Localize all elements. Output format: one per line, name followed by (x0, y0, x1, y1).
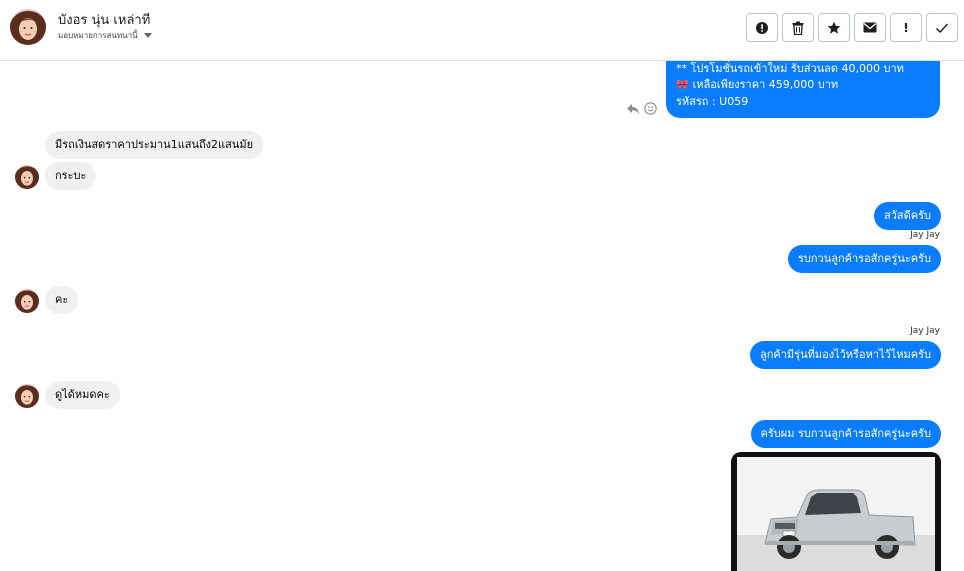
outgoing-message[interactable]: รบกวนลูกค้ารอสักครู่นะครับ (787, 245, 941, 273)
incoming-message[interactable]: ดูได้หมดคะ (45, 381, 120, 409)
star-button[interactable] (818, 13, 850, 42)
caret-down-icon (143, 33, 152, 38)
contact-avatar-small (15, 289, 39, 313)
contact-name: บังอร นุ่น เหล่าที (58, 13, 151, 28)
star-icon (827, 21, 841, 34)
message-actions (626, 102, 657, 115)
contact-avatar-small (15, 384, 39, 408)
spam-button[interactable]: ! (890, 13, 922, 42)
outgoing-message[interactable]: ลูกค้ามีรุ่นที่มองไว้หรือหาไว้ไหมครับ (750, 341, 941, 369)
exclamation-icon: ! (903, 20, 909, 35)
incoming-message[interactable]: มีรถเงินสดราคาประมาน1แสนถึง2แสนมัย (45, 131, 264, 159)
contact-avatar[interactable] (10, 9, 46, 45)
outgoing-message[interactable]: สวัสดีครับ (874, 202, 941, 230)
outgoing-message[interactable]: ครับผม รบกวนลูกค้ารอสักครู่นะครับ (750, 420, 941, 448)
mark-unread-button[interactable] (854, 13, 886, 42)
emoji-icon[interactable] (644, 102, 657, 115)
conversation-header: บังอร นุ่น เหล่าที มอบหมายการสนทนานี้ ! (0, 0, 964, 61)
assign-label: มอบหมายการสนทนานี้ (58, 31, 138, 40)
ribbon-icon: 🎀 (676, 80, 689, 91)
trash-icon (792, 21, 804, 35)
assign-conversation-dropdown[interactable]: มอบหมายการสนทนานี้ (58, 29, 152, 42)
incoming-message[interactable]: คะ (45, 286, 79, 314)
sender-name: Jay Jay (910, 326, 940, 336)
sender-name: Jay Jay (910, 230, 940, 240)
reply-icon[interactable] (626, 103, 640, 115)
envelope-icon (863, 22, 877, 33)
promo-line: 🎀 เหลือเพียงราคา 459,000 บาท (676, 78, 839, 91)
mark-important-button[interactable] (746, 13, 778, 42)
promo-line: ** โปรโมชั่นรถเข้าใหม่ รับส่วนลด 40,000 … (676, 62, 904, 75)
promo-line: รหัสรถ : U059 (676, 95, 749, 108)
alert-circle-icon (756, 21, 768, 34)
incoming-message[interactable]: กระบะ (45, 162, 97, 190)
pickup-truck-photo (737, 457, 935, 571)
delete-button[interactable] (782, 13, 814, 42)
message-thread[interactable]: ** โปรโมชั่นรถเข้าใหม่ รับส่วนลด 40,000 … (0, 61, 964, 571)
conversation-toolbar: ! (746, 13, 958, 42)
promo-message-bubble[interactable]: ** โปรโมชั่นรถเข้าใหม่ รับส่วนลด 40,000 … (666, 61, 940, 118)
check-icon (936, 23, 949, 33)
contact-avatar-small (15, 165, 39, 189)
done-button[interactable] (926, 13, 958, 42)
image-attachment[interactable] (731, 452, 941, 571)
